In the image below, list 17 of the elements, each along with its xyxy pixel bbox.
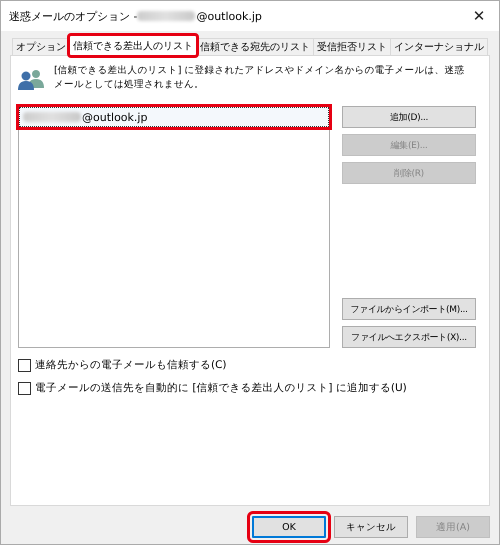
checkbox[interactable] (18, 358, 31, 372)
tab[interactable]: 信頼できる差出人のリスト (69, 35, 197, 56)
checkbox-label: 連絡先からの電子メールも信頼する(C) (35, 358, 227, 372)
file-action-button[interactable]: ファイルへエクスポート(X)... (342, 326, 476, 348)
window-title: 迷惑メールのオプション - @outlook.jp (9, 8, 262, 24)
list-item[interactable]: @outlook.jp (19, 107, 329, 127)
dialog-button[interactable]: キャンセル (334, 516, 408, 538)
checkbox-label: 電子メールの送信先を自動的に [信頼できる差出人のリスト] に追加する(U) (35, 381, 407, 395)
tab[interactable]: インターナショナル (390, 38, 488, 55)
description-text: [信頼できる差出人のリスト] に登録されたアドレスやドメイン名からの電子メールは、迷惑メールとしては処理されません。 (54, 64, 466, 92)
people-icon (18, 68, 44, 90)
checkbox[interactable] (18, 382, 31, 394)
list-action-button[interactable]: 追加(D)... (342, 106, 476, 128)
close-button[interactable]: ✕ (459, 1, 499, 31)
file-action-button[interactable]: ファイルからインポート(M)... (342, 298, 476, 320)
tab[interactable]: 信頼できる宛先のリスト (196, 38, 314, 55)
tab[interactable]: オプション (12, 38, 70, 55)
